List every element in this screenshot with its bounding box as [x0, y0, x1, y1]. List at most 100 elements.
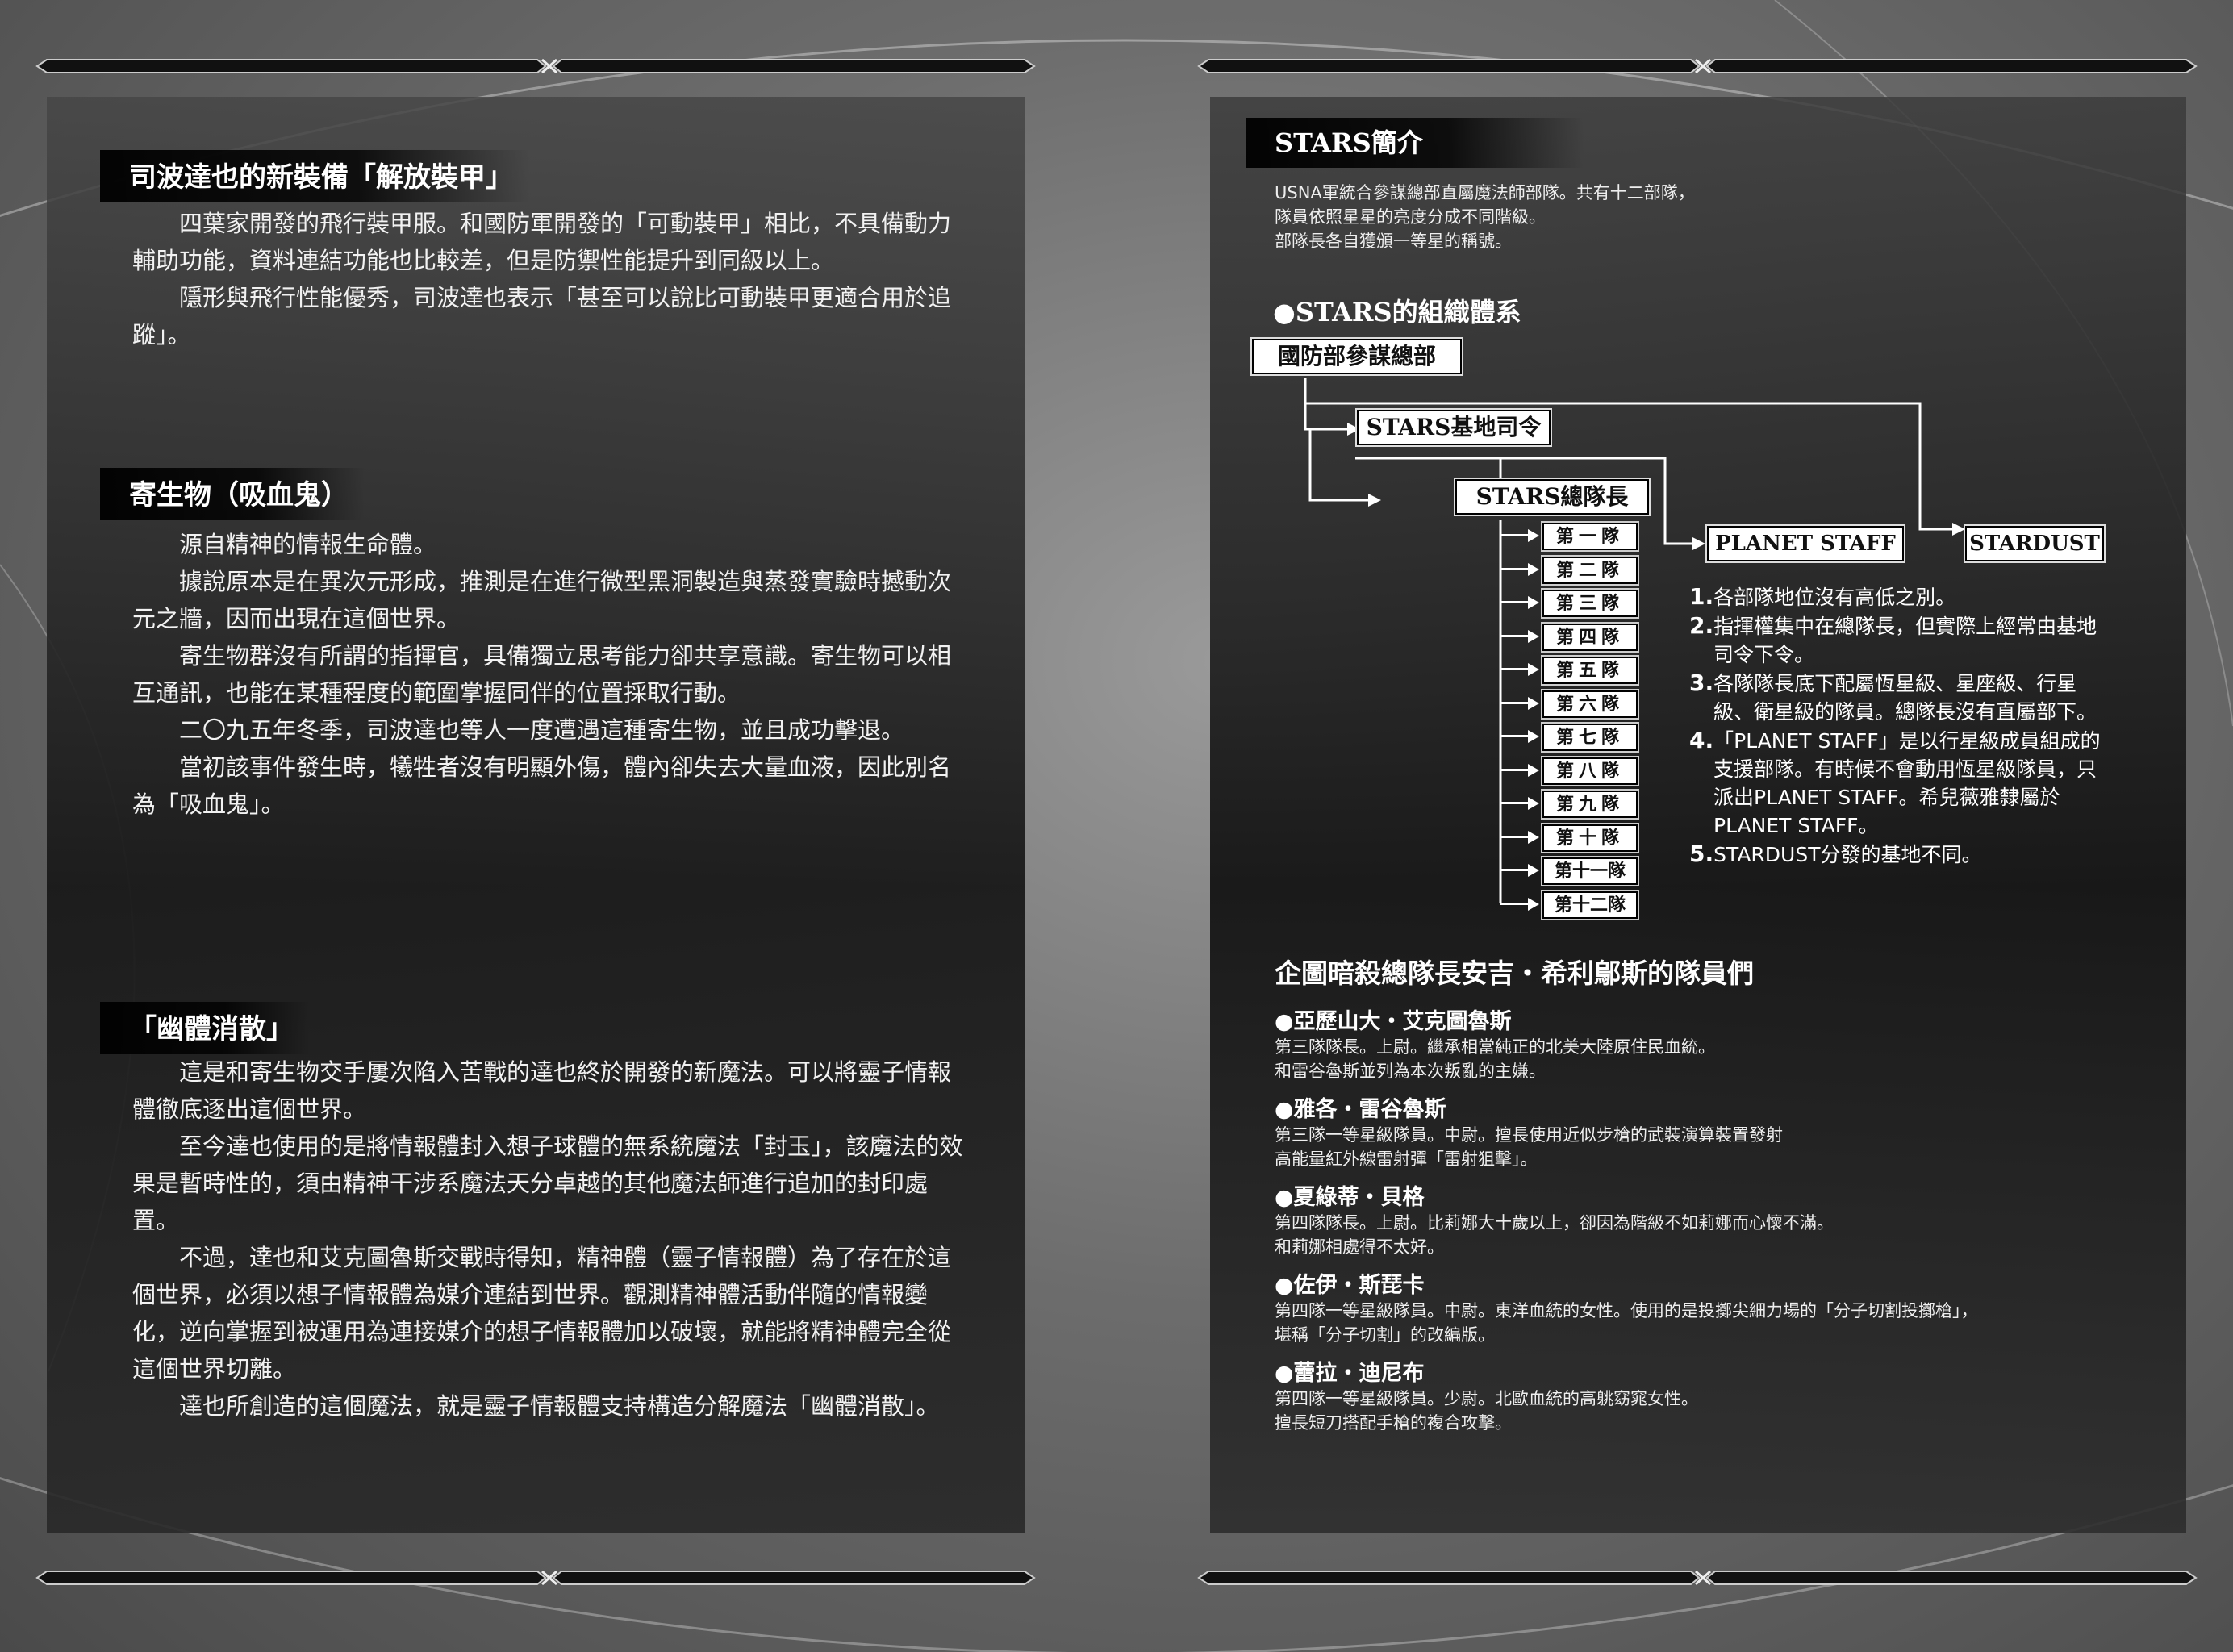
- member-desc: 第四隊一等星級隊員。少尉。北歐血統的高䠷窈窕女性。: [1275, 1389, 1698, 1408]
- paragraph: 這是和寄生物交手屢次陷入苦戰的達也終於開發的新魔法。可以將靈子情報體徹底逐出這個…: [132, 1058, 952, 1123]
- squad-arrow-head: [1528, 529, 1539, 542]
- member-desc: 和雷谷魯斯並列為本次叛亂的主嫌。: [1275, 1062, 1546, 1081]
- squad-box: 第十二隊: [1542, 891, 1638, 919]
- note-number: 1.: [1689, 583, 1714, 610]
- squad-arrow: [1500, 701, 1528, 704]
- member-entry: ●蕾拉・迪尼布 第四隊一等星級隊員。少尉。北歐血統的高䠷窈窕女性。 擅長短刀搭配…: [1275, 1355, 2130, 1435]
- note-text: 「PLANET STAFF」是以行星級成員組成的支援部隊。有時候不會動用恆星級隊…: [1713, 729, 2101, 837]
- intro-line: 部隊長各自獲頒一等星的稱號。: [1275, 232, 1512, 251]
- squad-box: 第十隊: [1542, 824, 1638, 852]
- squad-box: 第四隊: [1542, 623, 1638, 651]
- note-text: 各隊隊長底下配屬恆星級、星座級、行星級、衛星級的隊員。總隊長沒有直屬部下。: [1713, 672, 2097, 724]
- note-number: 3.: [1689, 670, 1714, 696]
- org-hq-box: 國防部參謀總部: [1252, 339, 1462, 374]
- squad-arrow-head: [1528, 663, 1539, 676]
- squad-arrow: [1500, 668, 1528, 670]
- paragraph: 當初該事件發生時，犧牲者沒有明顯外傷，體內卻失去大量血液，因此別名為「吸血鬼」。: [132, 753, 952, 818]
- squad-arrow: [1500, 601, 1528, 603]
- squad-arrow: [1500, 902, 1528, 905]
- member-desc: 高能量紅外線雷射彈「雷射狙擊」。: [1275, 1149, 1538, 1169]
- squad-arrow: [1500, 634, 1528, 637]
- squad-box: 第五隊: [1542, 657, 1638, 684]
- member-name: ●蕾拉・迪尼布: [1275, 1361, 1425, 1386]
- org-chart-title: ●STARS的組織體系: [1273, 297, 1521, 327]
- member-name: ●雅各・雷谷魯斯: [1275, 1097, 1446, 1122]
- org-commander-box: STARS總隊長: [1455, 479, 1649, 515]
- squad-arrow: [1500, 567, 1528, 570]
- stars-intro-text: USNA軍統合參謀總部直屬魔法師部隊。共有十二部隊， 隊員依照星星的亮度分成不同…: [1275, 181, 2001, 253]
- paragraph: 寄生物群沒有所謂的指揮官，具備獨立思考能力卻共享意識。寄生物可以相互通訊，也能在…: [132, 642, 952, 707]
- note-text: 指揮權集中在總隊長，但實際上經常由基地司令下令。: [1713, 615, 2097, 666]
- intro-line: USNA軍統合參謀總部直屬魔法師部隊。共有十二部隊，: [1275, 183, 1695, 202]
- squad-box: 第八隊: [1542, 757, 1638, 785]
- note-item: 1.各部隊地位沒有高低之別。: [1689, 582, 2109, 611]
- note-item: 3.各隊隊長底下配屬恆星級、星座級、行星級、衛星級的隊員。總隊長沒有直屬部下。: [1689, 669, 2109, 726]
- paragraph: 不過，達也和艾克圖魯斯交戰時得知，精神體（靈子情報體）為了存在於這個世界，必須以…: [132, 1244, 952, 1383]
- member-desc: 第四隊一等星級隊員。中尉。東洋血統的女性。使用的是投擲尖細力場的「分子切割投擲槍…: [1275, 1301, 1978, 1320]
- member-entry: ●佐伊・斯琵卡 第四隊一等星級隊員。中尉。東洋血統的女性。使用的是投擲尖細力場的…: [1275, 1267, 2130, 1347]
- squad-arrow-head: [1528, 696, 1539, 710]
- top-frame-left: [29, 56, 1042, 76]
- member-desc: 和莉娜相處得不太好。: [1275, 1237, 1444, 1257]
- squad-arrow: [1500, 768, 1528, 771]
- paragraph: 隱形與飛行性能優秀，司波達也表示「甚至可以說比可動裝甲更適合用於追蹤」。: [132, 284, 952, 348]
- paragraph: 至今達也使用的是將情報體封入想子球體的無系統魔法「封玉」，該魔法的效果是暫時性的…: [132, 1133, 963, 1234]
- squad-arrow-head: [1528, 730, 1539, 743]
- top-frame-right: [1191, 56, 2204, 76]
- paragraph: 據說原本是在異次元形成，推測是在進行微型黑洞製造與蒸發實驗時撼動次元之牆，因而出…: [132, 568, 952, 632]
- member-name: ●夏綠蒂・貝格: [1275, 1185, 1425, 1210]
- paragraph: 二〇九五年冬季，司波達也等人一度遭遇這種寄生物，並且成功擊退。: [179, 716, 905, 744]
- member-desc: 第四隊隊長。上尉。比莉娜大十歲以上，卻因為階級不如莉娜而心懷不滿。: [1275, 1213, 1834, 1233]
- squad-arrow: [1500, 735, 1528, 737]
- paragraph: 源自精神的情報生命體。: [179, 531, 437, 558]
- member-desc: 擅長短刀搭配手槍的複合攻擊。: [1275, 1413, 1512, 1433]
- squad-arrow-head: [1528, 596, 1539, 609]
- member-desc: 第三隊一等星級隊員。中尉。擅長使用近似步槍的武裝演算裝置發射: [1275, 1125, 1783, 1145]
- squad-arrow-head: [1528, 797, 1539, 810]
- note-text: STARDUST分發的基地不同。: [1713, 843, 1982, 866]
- note-number: 2.: [1689, 612, 1714, 639]
- note-item: 2.指揮權集中在總隊長，但實際上經常由基地司令下令。: [1689, 611, 2109, 669]
- squad-box: 第七隊: [1542, 724, 1638, 751]
- member-desc: 第三隊隊長。上尉。繼承相當純正的北美大陸原住民血統。: [1275, 1037, 1715, 1057]
- paragraph: 四葉家開發的飛行裝甲服。和國防軍開發的「可動裝甲」相比，不具備動力輔助功能，資料…: [132, 210, 952, 274]
- paragraph: 達也所創造的這個魔法，就是靈子情報體支持構造分解魔法「幽體消散」。: [179, 1392, 940, 1420]
- squad-arrow-head: [1528, 629, 1539, 643]
- bottom-frame-right: [1191, 1568, 2204, 1587]
- member-entry: ●亞歷山大・艾克圖魯斯 第三隊隊長。上尉。繼承相當純正的北美大陸原住民血統。 和…: [1275, 1003, 2130, 1083]
- org-planet-staff-box: PLANET STAFF: [1707, 526, 1904, 561]
- squad-arrow-head: [1528, 897, 1539, 911]
- org-stardust-box: STARDUST: [1965, 526, 2104, 561]
- member-entry: ●雅各・雷谷魯斯 第三隊一等星級隊員。中尉。擅長使用近似步槍的武裝演算裝置發射 …: [1275, 1091, 2130, 1171]
- squad-arrow-head: [1528, 562, 1539, 576]
- intro-line: 隊員依照星星的亮度分成不同階級。: [1275, 207, 1546, 227]
- member-desc: 堪稱「分子切割」的改編版。: [1275, 1325, 1495, 1345]
- section-body-astral-dispersion: 這是和寄生物交手屢次陷入苦戰的達也終於開發的新魔法。可以將靈子情報體徹底逐出這個…: [132, 1053, 963, 1425]
- org-base-commander-box: STARS基地司令: [1357, 410, 1551, 445]
- section-body-liberation-armor: 四葉家開發的飛行裝甲服。和國防軍開發的「可動裝甲」相比，不具備動力輔助功能，資料…: [132, 205, 963, 353]
- member-name: ●亞歷山大・艾克圖魯斯: [1275, 1009, 1512, 1034]
- section-title-liberation-armor: 司波達也的新裝備「解放裝甲」: [100, 150, 529, 202]
- squad-box: 第三隊: [1542, 590, 1638, 617]
- squad-box: 第十一隊: [1542, 857, 1638, 885]
- squad-arrow-head: [1528, 830, 1539, 844]
- member-entry: ●夏綠蒂・貝格 第四隊隊長。上尉。比莉娜大十歲以上，卻因為階級不如莉娜而心懷不滿…: [1275, 1179, 2130, 1259]
- squad-arrow: [1500, 869, 1528, 871]
- squad-box: 第九隊: [1542, 791, 1638, 818]
- note-item: 5.STARDUST分發的基地不同。: [1689, 840, 2109, 869]
- members-list: ●亞歷山大・艾克圖魯斯 第三隊隊長。上尉。繼承相當純正的北美大陸原住民血統。 和…: [1275, 995, 2130, 1435]
- note-number: 4.: [1689, 727, 1714, 753]
- bottom-frame-left: [29, 1568, 1042, 1587]
- squad-box: 第一隊: [1542, 523, 1638, 550]
- squad-box: 第二隊: [1542, 556, 1638, 584]
- squad-arrow-head: [1528, 763, 1539, 777]
- section-title-parasite: 寄生物（吸血鬼）: [100, 468, 365, 520]
- section-body-parasite: 源自精神的情報生命體。 據說原本是在異次元形成，推測是在進行微型黑洞製造與蒸發實…: [132, 526, 963, 823]
- org-notes: 1.各部隊地位沒有高低之別。 2.指揮權集中在總隊長，但實際上經常由基地司令下令…: [1689, 582, 2109, 869]
- note-item: 4.「PLANET STAFF」是以行星級成員組成的支援部隊。有時候不會動用恆星…: [1689, 726, 2109, 840]
- note-number: 5.: [1689, 841, 1714, 867]
- squad-arrow-head: [1528, 864, 1539, 877]
- squad-box: 第六隊: [1542, 690, 1638, 718]
- squad-arrow: [1500, 835, 1528, 838]
- note-text: 各部隊地位沒有高低之別。: [1713, 586, 1956, 609]
